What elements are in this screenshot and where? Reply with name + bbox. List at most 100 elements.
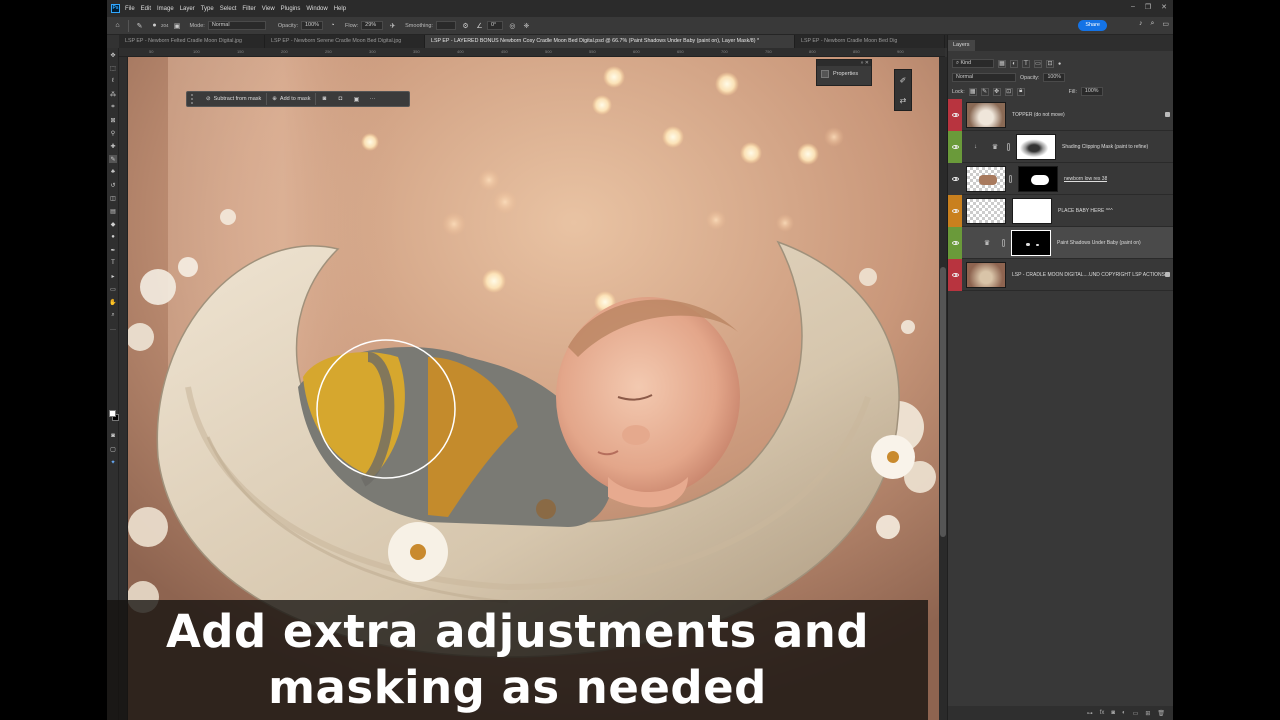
frame-tool-icon[interactable]: ⊠ [109,116,117,124]
mask-link-icon[interactable] [1007,142,1010,151]
layer-row-selected[interactable]: ♛ Paint Shadows Under Baby (paint on) [948,226,1173,259]
smoothing-options-gear-icon[interactable]: ⚙ [461,21,470,30]
lasso-tool-icon[interactable]: ℓ [109,77,117,85]
scrollbar-thumb[interactable] [940,267,946,537]
lock-all-icon[interactable]: 🔒︎ [1016,87,1025,96]
subtract-from-mask-button[interactable]: ⊘ Subtract from mask [201,93,268,105]
blend-mode-select[interactable]: Normal [952,73,1016,82]
brush-tool-icon[interactable]: ✎ [135,21,144,30]
menu-layer[interactable]: Layer [180,6,195,12]
close-window-button[interactable]: ✕ [1161,3,1167,11]
generative-icon[interactable]: ✦ [109,458,117,466]
menu-file[interactable]: File [125,6,135,12]
menu-edit[interactable]: Edit [141,6,151,12]
add-to-mask-button[interactable]: ⊕ Add to mask [267,93,317,105]
refine-mask-icon[interactable]: ▣ [348,96,364,103]
menu-filter[interactable]: Filter [242,6,255,12]
share-button[interactable]: Share [1078,20,1107,31]
layer-mask-thumbnail[interactable] [1016,133,1056,160]
layer-kind-filter[interactable]: ⌕ Kind [952,59,994,68]
layer-mask-thumbnail[interactable] [1018,165,1058,192]
document-tab[interactable]: LSP EP - Newborn Felted Cradle Moon Digi… [119,35,265,48]
dodge-tool-icon[interactable]: ● [109,233,117,241]
add-mask-icon[interactable]: ◙ [1111,710,1115,716]
properties-panel-collapsed[interactable]: » ✕ Properties [816,59,872,86]
type-tool-icon[interactable]: T [109,259,117,267]
new-adjustment-icon[interactable]: ◐ [1122,710,1126,716]
crop-tool-icon[interactable]: ⌗ [109,103,117,111]
delete-layer-icon[interactable]: 🗑︎ [1157,710,1165,717]
menu-image[interactable]: Image [157,6,174,12]
type-filter-icon[interactable]: T [1022,59,1030,68]
layer-mask-thumbnail[interactable] [1011,229,1051,256]
search-icon[interactable]: ⌕ [1150,20,1154,28]
bell-icon[interactable]: ♪ [1139,20,1143,28]
pen-tool-icon[interactable]: ✒ [109,246,117,254]
pixel-filter-icon[interactable]: ▦ [998,59,1006,68]
brush-settings-icon[interactable]: ▣ [173,21,182,30]
vertical-scrollbar[interactable] [939,57,947,720]
path-select-tool-icon[interactable]: ▸ [109,272,117,280]
menu-help[interactable]: Help [334,6,346,12]
history-brush-tool-icon[interactable]: ↺ [109,181,117,189]
opacity-input[interactable]: 100% [301,21,323,30]
quick-select-tool-icon[interactable]: ⁂ [109,90,117,98]
pressure-opacity-icon[interactable]: ◔ [328,21,337,30]
lock-transparency-icon[interactable]: ▦ [968,87,977,96]
smart-object-filter-icon[interactable]: ⊡ [1046,59,1054,68]
link-layers-icon[interactable]: ⊶ [1087,710,1093,717]
layer-row[interactable]: newborn low res 38 [948,162,1173,195]
airbrush-icon[interactable]: ✈ [388,21,397,30]
healing-brush-tool-icon[interactable]: ✚ [109,142,117,150]
visibility-eye-icon[interactable] [951,240,959,245]
visibility-eye-icon[interactable] [951,272,959,277]
more-options-icon[interactable]: ··· [364,96,380,102]
menu-type[interactable]: Type [201,6,214,12]
layer-name[interactable]: Paint Shadows Under Baby (paint on) [1057,240,1141,246]
drag-handle-icon[interactable] [191,94,197,104]
zoom-tool-icon[interactable]: ⌕ [109,311,117,319]
pressure-size-icon[interactable]: ◎ [508,21,517,30]
smoothing-input[interactable] [435,21,456,30]
flow-input[interactable]: 29% [361,21,384,30]
new-layer-icon[interactable]: ⊞ [1145,710,1150,717]
visibility-eye-icon[interactable] [951,208,959,213]
eyedropper-tool-icon[interactable]: ⚲ [109,129,117,137]
menu-view[interactable]: View [262,6,275,12]
more-tools-icon[interactable]: ··· [109,326,117,334]
menu-plugins[interactable]: Plugins [281,6,301,12]
lock-pixels-icon[interactable]: ✎ [980,87,989,96]
layer-row[interactable]: LSP - CRADLE MOON DIGITAL....UND COPYRIG… [948,258,1173,291]
document-tab[interactable]: LSP EP - Newborn Cradle Moon Bed Dig [795,35,945,48]
new-group-icon[interactable]: ▭ [1133,710,1139,717]
layer-name[interactable]: LSP - CRADLE MOON DIGITAL....UND COPYRIG… [1012,272,1165,278]
shape-filter-icon[interactable]: ▭ [1034,59,1042,68]
quick-mask-icon[interactable]: ◙ [109,432,117,440]
menu-window[interactable]: Window [306,6,327,12]
menu-select[interactable]: Select [220,6,237,12]
layer-row[interactable]: PLACE BABY HERE ^^^ [948,194,1173,227]
layer-name[interactable]: TOPPER (do not move) [1012,112,1065,118]
brush-preset-picker-icon[interactable]: ● [150,21,159,30]
move-tool-icon[interactable]: ✥ [109,51,117,59]
brush-angle-input[interactable]: 0° [486,21,503,30]
clone-stamp-tool-icon[interactable]: ♣ [109,168,117,176]
mask-icon[interactable]: ◙ [316,96,332,102]
layer-name[interactable]: PLACE BABY HERE ^^^ [1058,208,1113,214]
invert-mask-icon[interactable]: ◘ [332,96,348,102]
visibility-eye-icon[interactable] [951,144,959,149]
mask-link-icon[interactable] [1009,174,1012,183]
fill-input[interactable]: 100% [1080,87,1103,96]
layer-name[interactable]: newborn low res 38 [1064,176,1107,182]
home-icon[interactable]: ⌂ [113,21,122,30]
layer-row[interactable]: TOPPER (do not move) [948,98,1173,131]
foreground-color-swatch[interactable] [109,410,116,417]
lock-artboard-icon[interactable]: ⊡ [1004,87,1013,96]
eraser-tool-icon[interactable]: ◫ [109,194,117,202]
layer-opacity-input[interactable]: 100% [1043,73,1066,82]
marquee-tool-icon[interactable]: ⬚ [109,64,117,72]
visibility-eye-icon[interactable] [951,176,959,181]
document-tab[interactable]: LSP EP - Newborn Serene Cradle Moon Bed … [265,35,425,48]
mode-select[interactable]: Normal [207,21,266,30]
layer-name[interactable]: Shading Clipping Mask (paint to refine) [1062,144,1148,150]
